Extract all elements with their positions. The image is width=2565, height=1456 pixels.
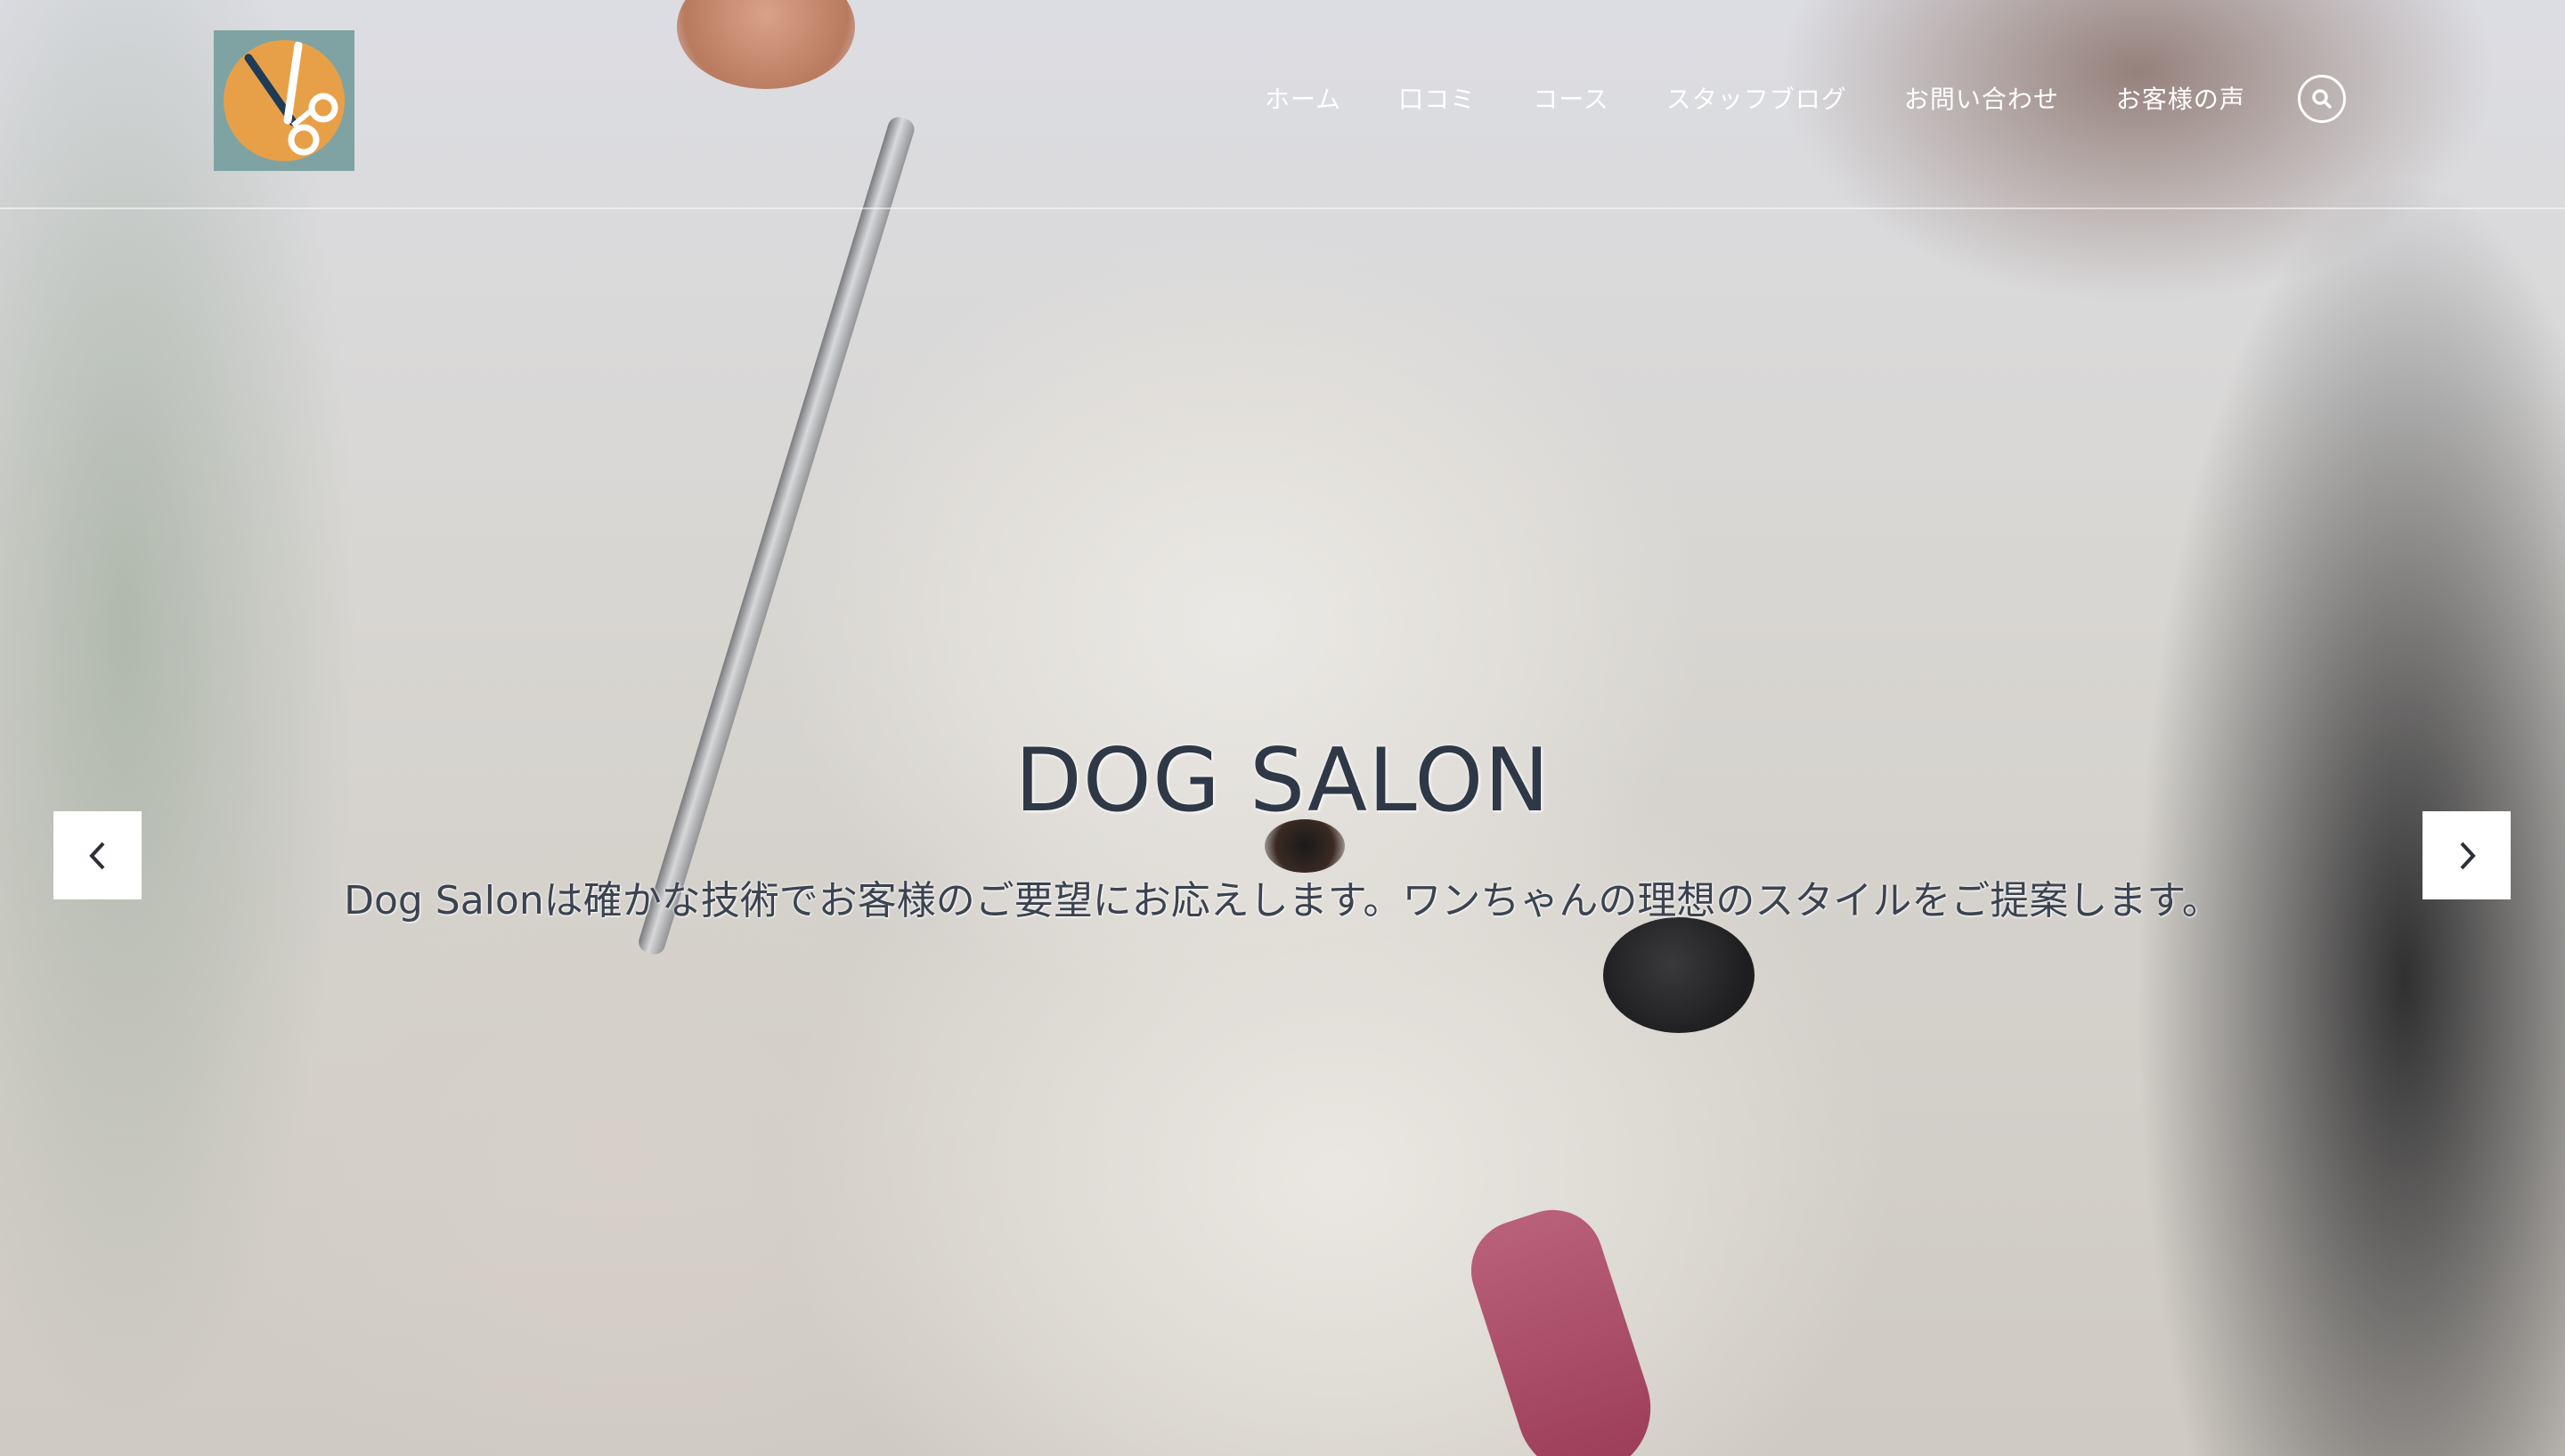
- slider-next-button[interactable]: [2422, 811, 2511, 899]
- nav-item-reviews[interactable]: 口コミ: [1398, 80, 1476, 116]
- slide-description: Dog Salonは確かな技術でお客様のご要望にお応えします。ワンちゃんの理想の…: [344, 878, 2221, 923]
- dog-nose-image: [1603, 917, 1755, 1033]
- nav-item-courses[interactable]: コース: [1533, 80, 1609, 116]
- dog-tongue-image: [1458, 1197, 1668, 1456]
- chevron-right-icon: [2460, 842, 2476, 869]
- nav-item-home[interactable]: ホーム: [1265, 80, 1341, 116]
- main-nav: ホーム 口コミ コース スタッフブログ お問い合わせ お客様の声: [1265, 80, 2245, 116]
- slider-prev-button[interactable]: [53, 811, 142, 899]
- scissors-icon: [224, 40, 345, 161]
- nav-item-staff-blog[interactable]: スタッフブログ: [1666, 80, 1847, 116]
- hero-slider: ホーム 口コミ コース スタッフブログ お問い合わせ お客様の声 DOG SAL…: [0, 0, 2565, 1456]
- nav-item-testimonials[interactable]: お客様の声: [2116, 80, 2245, 116]
- site-logo[interactable]: [214, 30, 354, 171]
- slide-title: DOG SALON: [1014, 730, 1551, 832]
- chevron-left-icon: [88, 842, 104, 869]
- search-button[interactable]: [2298, 75, 2346, 123]
- search-icon: [2312, 89, 2332, 109]
- nav-item-contact[interactable]: お問い合わせ: [1904, 80, 2059, 116]
- site-header: ホーム 口コミ コース スタッフブログ お問い合わせ お客様の声: [0, 0, 2565, 209]
